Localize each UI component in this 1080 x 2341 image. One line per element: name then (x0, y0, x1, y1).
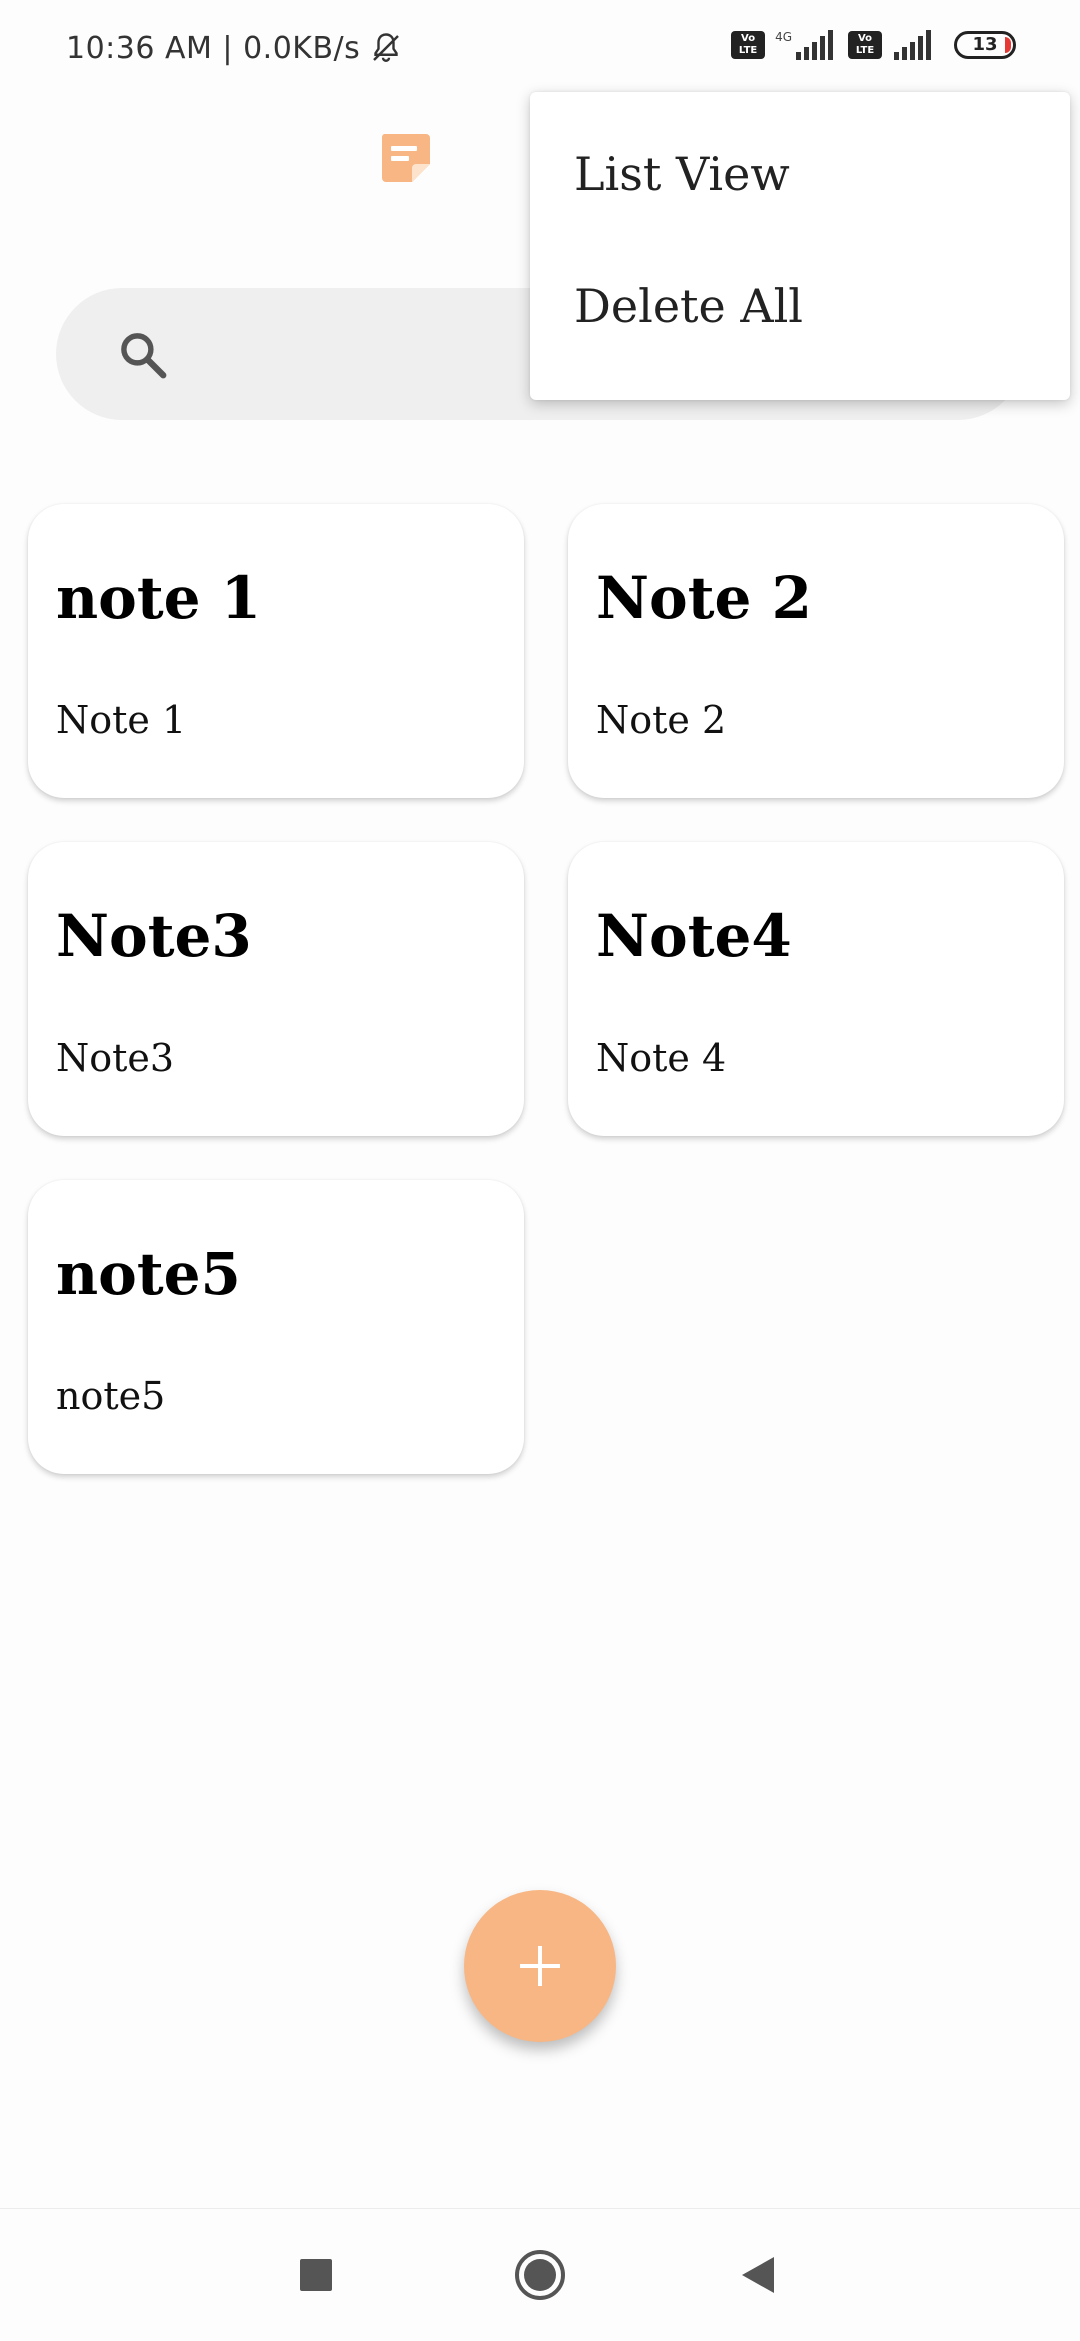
note-title: note 1 (56, 564, 262, 632)
network-type-label: 4G (775, 30, 792, 44)
recents-square-icon[interactable] (284, 2243, 348, 2307)
note-card[interactable]: note5 note5 (28, 1180, 524, 1474)
note-card[interactable]: Note 2 Note 2 (568, 504, 1064, 798)
sticky-note-icon (381, 134, 430, 182)
plus-icon (520, 1946, 560, 1986)
note-body: Note 2 (596, 698, 727, 742)
note-body: note5 (56, 1374, 166, 1418)
status-right: Vo LTE 4G Vo LTE 13 (731, 30, 1016, 60)
note-body: Note3 (56, 1036, 175, 1080)
note-card[interactable]: Note4 Note 4 (568, 842, 1064, 1136)
status-left: 10:36 AM | 0.0KB/s (66, 30, 404, 66)
note-title: Note 2 (596, 564, 812, 632)
battery-icon: 13 (954, 31, 1016, 59)
volte-icon: Vo LTE (731, 31, 766, 59)
note-title: Note4 (596, 902, 792, 970)
status-bar: 10:36 AM | 0.0KB/s Vo LTE 4G Vo LTE 13 (0, 0, 1080, 100)
volte-icon-2: Vo LTE (848, 31, 882, 59)
menu-item-delete-all[interactable]: Delete All (530, 240, 1070, 372)
note-card[interactable]: note 1 Note 1 (28, 504, 524, 798)
battery-level: 13 (972, 34, 998, 55)
battery-low-indicator (1005, 37, 1011, 53)
note-title: note5 (56, 1240, 241, 1308)
menu-item-list-view[interactable]: List View (530, 108, 1070, 240)
note-body: Note 4 (596, 1036, 727, 1080)
signal-bars-icon (796, 30, 833, 60)
note-card[interactable]: Note3 Note3 (28, 842, 524, 1136)
signal-sim1: 4G (775, 30, 838, 60)
signal-bars-icon-2 (894, 30, 931, 60)
home-circle-icon[interactable] (508, 2243, 572, 2307)
overflow-menu: List View Delete All (530, 92, 1070, 400)
note-body: Note 1 (56, 698, 187, 742)
system-nav-bar (0, 2208, 1080, 2341)
bell-off-icon (373, 33, 400, 62)
search-icon (121, 333, 167, 379)
status-time-and-speed: 10:36 AM | 0.0KB/s (66, 30, 361, 66)
note-title: Note3 (56, 902, 252, 970)
back-triangle-icon[interactable] (728, 2243, 792, 2307)
add-note-button[interactable] (464, 1890, 616, 2042)
